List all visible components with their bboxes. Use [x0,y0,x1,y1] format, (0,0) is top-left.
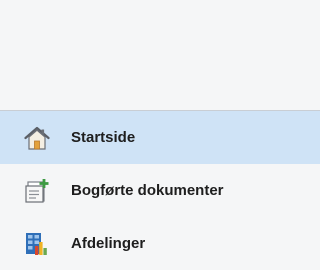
nav-item-label: Bogførte dokumenter [71,182,224,199]
home-icon [24,125,50,151]
departments-icon [24,231,50,257]
nav-item-afdelinger[interactable]: Afdelinger [0,217,320,270]
nav-item-bogforte-dokumenter[interactable]: Bogførte dokumenter [0,164,320,217]
posted-documents-icon [24,178,50,204]
navigation-header-area [0,0,320,110]
navigation-list: Startside Bogførte dokumenter Afdelinger [0,111,320,270]
navigation-pane: Startside Bogførte dokumenter Afdelinger [0,0,320,267]
nav-item-label: Startside [71,129,136,146]
nav-item-label: Afdelinger [71,235,146,252]
nav-item-startside[interactable]: Startside [0,111,320,164]
